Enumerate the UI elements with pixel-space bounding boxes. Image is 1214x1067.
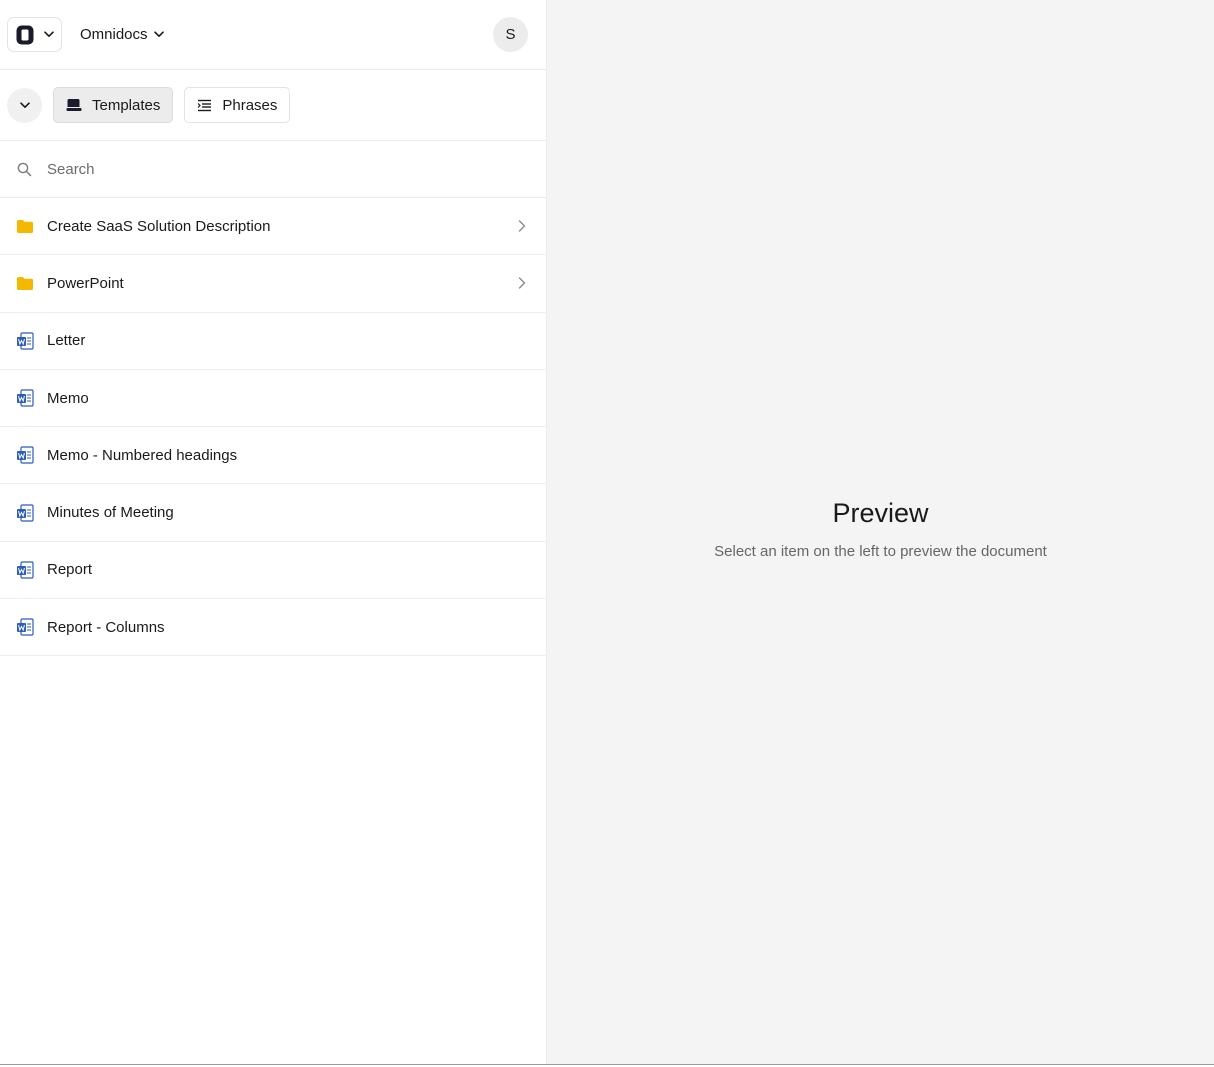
search-icon (17, 162, 32, 177)
template-item[interactable]: Minutes of Meeting (0, 484, 546, 542)
item-label: Report - Columns (47, 618, 165, 636)
workspace-selector[interactable]: Omnidocs (80, 26, 164, 43)
templates-icon (66, 98, 82, 112)
template-list: Create SaaS Solution Description PowerPoi… (0, 198, 546, 657)
avatar-initial: S (505, 26, 516, 43)
folder-icon (16, 217, 34, 235)
sidebar: Omnidocs S Templates Phrases Search Crea… (0, 0, 547, 1064)
top-bar: Omnidocs S (0, 0, 546, 70)
item-label: Memo - Numbered headings (47, 446, 238, 464)
window-bottom-border (0, 1064, 1214, 1065)
item-label: Report (47, 561, 93, 579)
item-label: Create SaaS Solution Description (47, 217, 271, 235)
chevron-down-icon (19, 101, 30, 109)
item-label: PowerPoint (47, 274, 124, 292)
collapse-button[interactable] (7, 87, 42, 123)
template-item[interactable]: Report - Columns (0, 599, 546, 657)
item-label: Minutes of Meeting (47, 504, 174, 522)
preview-empty-state: Preview Select an item on the left to pr… (547, 498, 1214, 560)
preview-pane: Preview Select an item on the left to pr… (547, 0, 1214, 1064)
item-label: Letter (47, 332, 86, 350)
tab-label: Phrases (222, 96, 278, 114)
preview-title: Preview (832, 498, 929, 528)
chevron-down-icon (153, 30, 164, 40)
chevron-right-icon (518, 277, 526, 290)
search-input[interactable] (47, 160, 507, 178)
folder-icon (16, 274, 34, 292)
template-item[interactable]: Report (0, 542, 546, 600)
tab-label: Templates (92, 96, 161, 114)
tab-templates[interactable]: Templates (53, 87, 174, 123)
word-document-icon (16, 389, 34, 407)
tab-phrases[interactable]: Phrases (184, 87, 291, 123)
chevron-right-icon (518, 220, 526, 232)
word-document-icon (16, 332, 34, 350)
chevron-down-icon (44, 30, 54, 40)
template-item[interactable]: Letter (0, 313, 546, 370)
phrases-icon (197, 99, 212, 112)
folder-item[interactable]: Create SaaS Solution Description (0, 198, 546, 256)
word-document-icon (16, 504, 34, 522)
app-switcher-button[interactable] (7, 17, 62, 52)
template-item[interactable]: Memo (0, 370, 546, 428)
tab-bar: Templates Phrases (0, 70, 546, 141)
app-window: Omnidocs S Templates Phrases Search Crea… (0, 0, 1214, 1064)
workspace-name: Omnidocs (80, 26, 148, 43)
folder-item[interactable]: PowerPoint (0, 255, 546, 313)
item-label: Memo (47, 389, 89, 407)
template-item[interactable]: Memo - Numbered headings (0, 427, 546, 485)
user-avatar[interactable]: S (493, 17, 528, 52)
word-document-icon (16, 446, 34, 464)
search-bar (0, 141, 546, 198)
word-document-icon (16, 561, 34, 579)
omnidocs-logo-icon (15, 24, 35, 46)
preview-subtitle: Select an item on the left to preview th… (714, 543, 1047, 560)
word-document-icon (16, 618, 34, 636)
